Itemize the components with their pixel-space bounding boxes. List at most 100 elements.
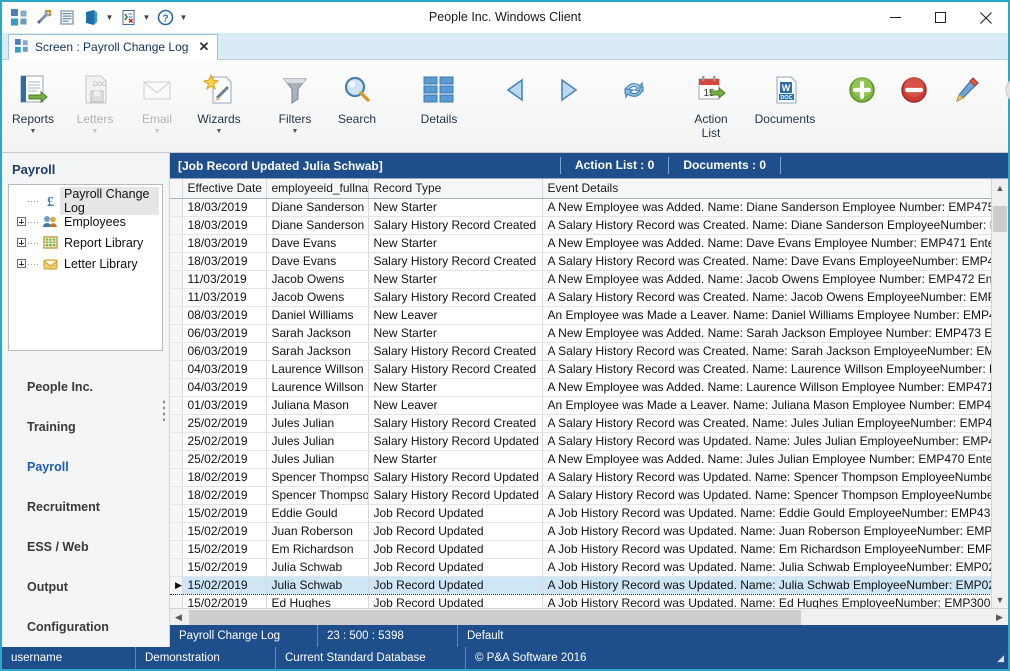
row-cell-record-type[interactable]: Salary History Record Created — [368, 216, 543, 235]
row-cell-event-details[interactable]: An Employee was Made a Leaver. Name: Dan… — [542, 306, 991, 325]
row-cell-record-type[interactable]: New Starter — [368, 378, 543, 397]
tools-icon[interactable] — [32, 7, 54, 29]
row-cell-effective-date[interactable]: 25/02/2019 — [182, 450, 267, 469]
row-indicator-cell[interactable]: ▶ — [170, 575, 183, 595]
row-cell-record-type[interactable]: New Leaver — [368, 306, 543, 325]
table-row[interactable]: 06/03/2019 Sarah Jackson New Starter A New … — [170, 324, 991, 343]
row-cell-employee-name[interactable]: Laurence Willson — [266, 378, 369, 397]
row-cell-employee-name[interactable]: Julia Schwab — [266, 575, 369, 595]
wizards-dropdown-icon[interactable]: ▼ — [216, 127, 223, 136]
row-cell-employee-name[interactable]: Jules Julian — [266, 414, 369, 433]
row-cell-event-details[interactable]: A Job History Record was Updated. Name: … — [542, 594, 991, 608]
row-cell-record-type[interactable]: New Starter — [368, 198, 543, 217]
row-cell-effective-date[interactable]: 18/02/2019 — [182, 468, 267, 487]
sidebar-module-ess-web[interactable]: ESS / Web — [2, 527, 169, 567]
sidebar-splitter-handle[interactable] — [162, 399, 167, 421]
table-row[interactable]: 08/03/2019 Daniel Williams New Leaver An Em… — [170, 306, 991, 325]
table-row[interactable]: 11/03/2019 Jacob Owens Salary History Reco… — [170, 288, 991, 307]
table-row[interactable]: 18/02/2019 Spencer Thompson Salary History… — [170, 486, 991, 505]
table-row[interactable]: 18/03/2019 Diane Sanderson New Starter A Ne… — [170, 198, 991, 217]
action-list-count[interactable]: Action List : 0 — [559, 157, 668, 174]
row-cell-effective-date[interactable]: 15/02/2019 — [182, 522, 267, 541]
column-header-employeeid-fullname[interactable]: employeeid_fullname — [266, 179, 369, 199]
table-row[interactable]: 01/03/2019 Juliana Mason New Leaver An Empl… — [170, 396, 991, 415]
scroll-right-icon[interactable]: ▶ — [991, 609, 1008, 626]
app-logo-icon[interactable] — [8, 7, 30, 29]
row-cell-event-details[interactable]: A Job History Record was Updated. Name: … — [542, 575, 991, 595]
row-cell-record-type[interactable]: New Leaver — [368, 396, 543, 415]
row-cell-employee-name[interactable]: Jacob Owens — [266, 288, 369, 307]
sidebar-module-configuration[interactable]: Configuration — [2, 607, 169, 647]
tab-payroll-change-log[interactable]: Screen : Payroll Change Log ✕ — [8, 34, 219, 60]
filters-button[interactable]: Filters ▼ — [264, 66, 326, 136]
table-row[interactable]: 18/03/2019 Diane Sanderson Salary History … — [170, 216, 991, 235]
row-cell-event-details[interactable]: A New Employee was Added. Name: Dave Eva… — [542, 234, 991, 253]
row-cell-event-details[interactable]: A Salary History Record was Created. Nam… — [542, 288, 991, 307]
table-row[interactable]: 25/02/2019 Jules Julian Salary History Rec… — [170, 414, 991, 433]
row-cell-effective-date[interactable]: 18/03/2019 — [182, 198, 267, 217]
row-indicator-cell[interactable] — [170, 522, 183, 541]
row-indicator-cell[interactable] — [170, 252, 183, 271]
close-button[interactable] — [963, 2, 1008, 33]
filters-dropdown-icon[interactable]: ▼ — [292, 127, 299, 136]
row-cell-record-type[interactable]: Job Record Updated — [368, 558, 543, 577]
row-cell-record-type[interactable]: Salary History Record Created — [368, 414, 543, 433]
maximize-button[interactable] — [918, 2, 963, 33]
vertical-scrollbar[interactable]: ▲ ▼ — [991, 179, 1008, 608]
row-indicator-cell[interactable] — [170, 378, 183, 397]
row-cell-event-details[interactable]: A Salary History Record was Updated. Nam… — [542, 468, 991, 487]
row-cell-event-details[interactable]: A Job History Record was Updated. Name: … — [542, 504, 991, 523]
column-header-record-type[interactable]: Record Type — [368, 179, 543, 199]
add-button[interactable] — [836, 66, 888, 112]
row-indicator-cell[interactable] — [170, 486, 183, 505]
row-cell-effective-date[interactable]: 04/03/2019 — [182, 378, 267, 397]
scroll-up-icon[interactable]: ▲ — [992, 179, 1008, 196]
email-button[interactable]: Email ▼ — [126, 66, 188, 136]
refresh-button[interactable] — [608, 66, 660, 112]
row-cell-event-details[interactable]: A New Employee was Added. Name: Diane Sa… — [542, 198, 991, 217]
row-cell-effective-date[interactable]: 11/03/2019 — [182, 288, 267, 307]
office-icon[interactable] — [80, 7, 102, 29]
table-row[interactable]: 15/02/2019 Ed Hughes Job Record Updated A J… — [170, 594, 991, 608]
reports-dropdown-icon[interactable]: ▼ — [30, 127, 37, 136]
email-dropdown-icon[interactable]: ▼ — [154, 127, 161, 136]
help-dropdown-icon[interactable]: ▼ — [178, 7, 189, 29]
search-button[interactable]: Search — [326, 66, 388, 126]
row-cell-event-details[interactable]: A Salary History Record was Created. Nam… — [542, 252, 991, 271]
documents-button[interactable]: W DOC Documents — [748, 66, 822, 126]
column-header-effective-date[interactable]: Effective Date — [182, 179, 267, 199]
row-cell-effective-date[interactable]: 06/03/2019 — [182, 342, 267, 361]
row-cell-effective-date[interactable]: 04/03/2019 — [182, 360, 267, 379]
tab-close-icon[interactable]: ✕ — [198, 39, 209, 55]
row-cell-event-details[interactable]: A New Employee was Added. Name: Jacob Ow… — [542, 270, 991, 289]
row-cell-event-details[interactable]: A Salary History Record was Created. Nam… — [542, 360, 991, 379]
row-cell-employee-name[interactable]: Spencer Thompson — [266, 486, 369, 505]
row-indicator-cell[interactable] — [170, 270, 183, 289]
delete-button[interactable] — [888, 66, 940, 112]
row-indicator-cell[interactable] — [170, 414, 183, 433]
clipboard-icon[interactable] — [56, 7, 78, 29]
row-cell-effective-date[interactable]: 15/02/2019 — [182, 594, 267, 608]
wizards-button[interactable]: Wizards ▼ — [188, 66, 250, 136]
row-indicator-cell[interactable] — [170, 324, 183, 343]
table-row[interactable]: 04/03/2019 Laurence Willson New Starter A N… — [170, 378, 991, 397]
row-cell-effective-date[interactable]: 25/02/2019 — [182, 432, 267, 451]
row-cell-effective-date[interactable]: 15/02/2019 — [182, 575, 267, 595]
row-cell-event-details[interactable]: A New Employee was Added. Name: Sarah Ja… — [542, 324, 991, 343]
next-record-button[interactable] — [542, 66, 594, 112]
table-row[interactable]: 25/02/2019 Jules Julian New Starter A New E… — [170, 450, 991, 469]
row-cell-effective-date[interactable]: 08/03/2019 — [182, 306, 267, 325]
action-list-button[interactable]: 15 Action List — [674, 66, 748, 140]
table-row[interactable]: 18/03/2019 Dave Evans New Starter A New Emp… — [170, 234, 991, 253]
row-cell-effective-date[interactable]: 18/03/2019 — [182, 252, 267, 271]
row-cell-event-details[interactable]: A Job History Record was Updated. Name: … — [542, 558, 991, 577]
table-row[interactable]: 18/03/2019 Dave Evans Salary History Recor… — [170, 252, 991, 271]
row-cell-effective-date[interactable]: 01/03/2019 — [182, 396, 267, 415]
table-row[interactable]: 15/02/2019 Julia Schwab Job Record Updated… — [170, 558, 991, 577]
vertical-scroll-thumb[interactable] — [993, 206, 1007, 232]
minimize-button[interactable] — [873, 2, 918, 33]
row-cell-record-type[interactable]: Job Record Updated — [368, 540, 543, 559]
table-row[interactable]: ▶ 15/02/2019 Julia Schwab Job Record Update… — [170, 575, 991, 595]
row-cell-record-type[interactable]: Salary History Record Updated — [368, 468, 543, 487]
row-cell-record-type[interactable]: New Starter — [368, 234, 543, 253]
